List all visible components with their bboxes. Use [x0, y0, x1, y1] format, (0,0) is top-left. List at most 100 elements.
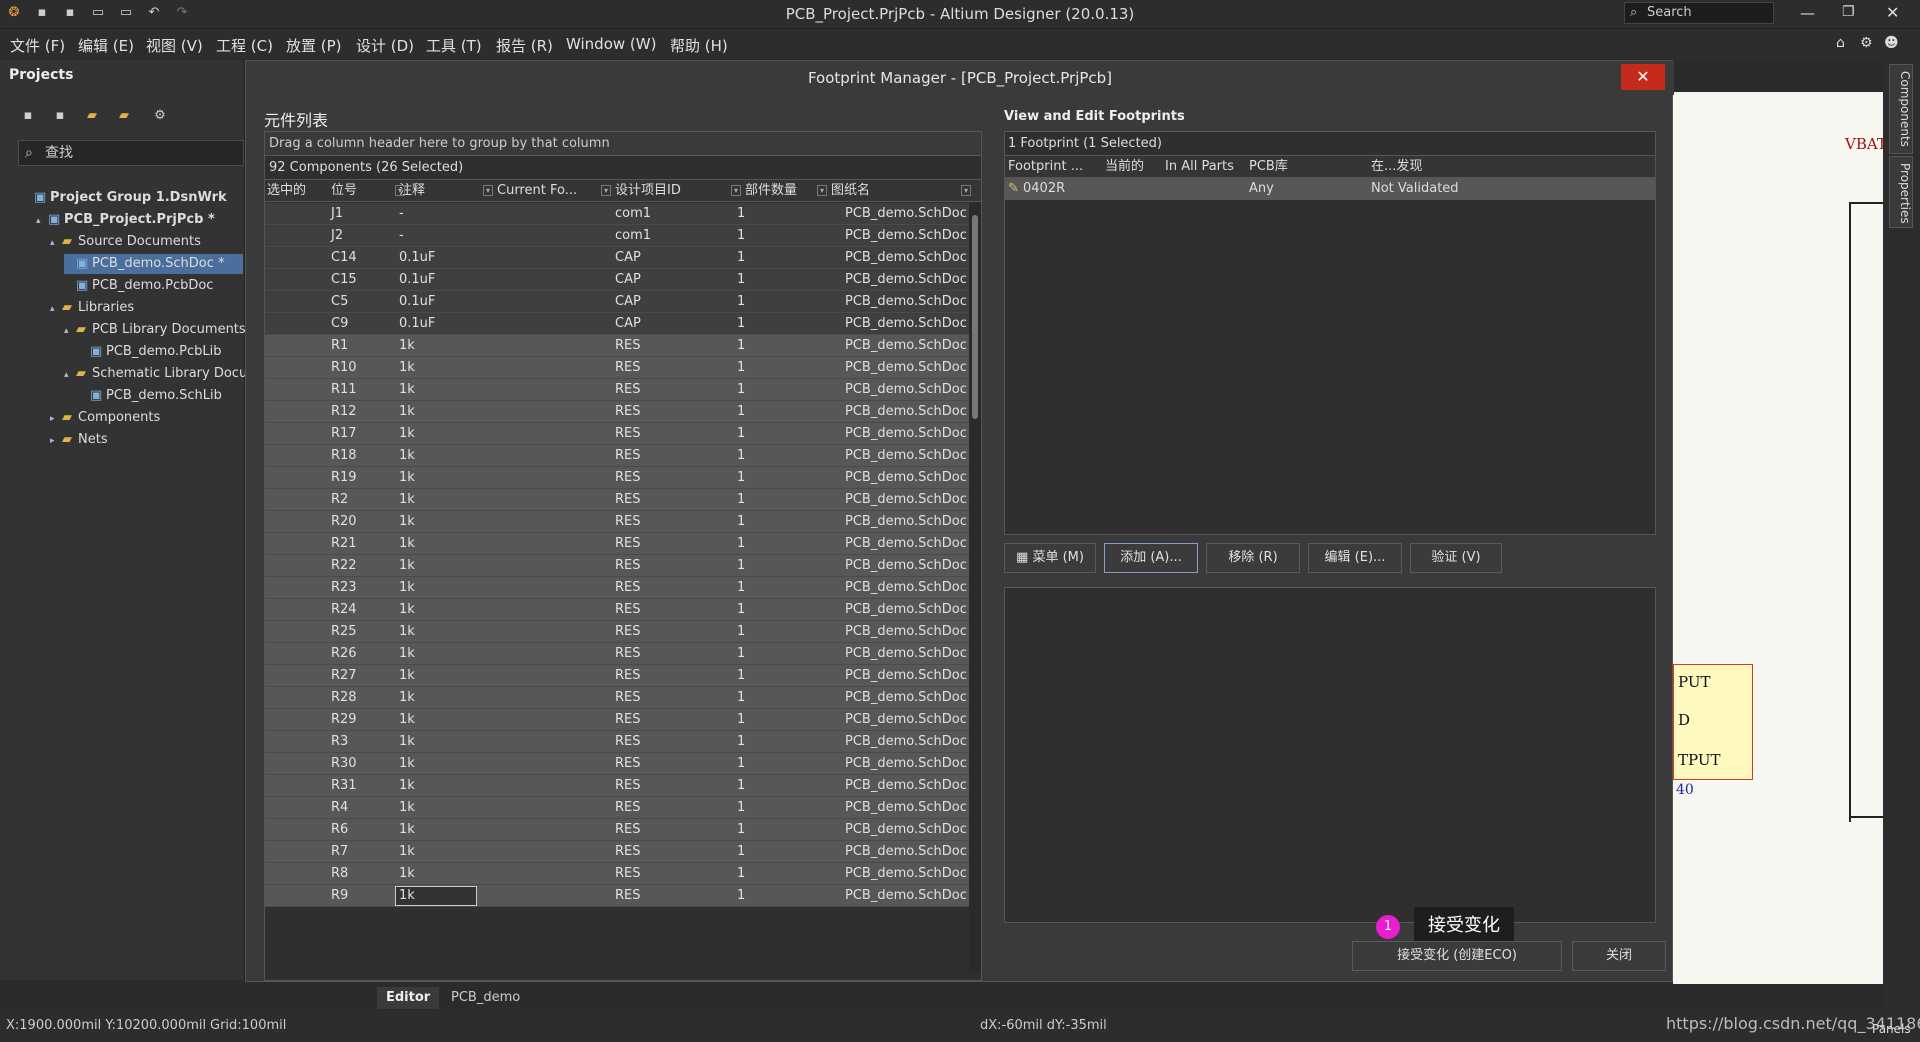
- menu-edit[interactable]: 编辑 (E): [78, 35, 134, 56]
- compile-icon[interactable]: ▪: [52, 108, 68, 124]
- filter-icon[interactable]: ▾: [961, 185, 971, 196]
- remove-button[interactable]: 移除 (R): [1206, 543, 1300, 573]
- table-row[interactable]: R9 1k RES 1 PCB_demo.SchDoc: [265, 885, 969, 907]
- menu-help[interactable]: 帮助 (H): [670, 35, 728, 56]
- filter-icon[interactable]: ▾: [395, 185, 405, 196]
- tree-item[interactable]: ▸ ▰ Nets: [50, 430, 108, 450]
- table-row[interactable]: R8 1k RES 1 PCB_demo.SchDoc: [265, 863, 969, 885]
- scrollbar-thumb[interactable]: [972, 215, 978, 419]
- minimize-icon[interactable]: —: [1800, 4, 1815, 22]
- save-icon[interactable]: ▪: [34, 5, 50, 21]
- folder-icon[interactable]: ▰: [116, 108, 132, 124]
- table-row[interactable]: R1 1k RES 1 PCB_demo.SchDoc: [265, 335, 969, 357]
- gear-icon[interactable]: ⚙: [1860, 35, 1873, 51]
- global-search-input[interactable]: ⌕ Search: [1624, 2, 1774, 24]
- collapse-icon[interactable]: ▴: [36, 211, 48, 231]
- table-row[interactable]: R22 1k RES 1 PCB_demo.SchDoc: [265, 555, 969, 577]
- fp-col-in-all-parts[interactable]: In All Parts: [1165, 156, 1234, 178]
- user-icon[interactable]: ☻: [1884, 35, 1899, 51]
- validate-button[interactable]: 验证 (V): [1410, 543, 1502, 573]
- col-sheet-name[interactable]: 图纸名: [831, 180, 870, 202]
- col-design-item-id[interactable]: 设计项目ID: [615, 180, 681, 202]
- menu-tools[interactable]: 工具 (T): [426, 35, 482, 56]
- table-row[interactable]: R29 1k RES 1 PCB_demo.SchDoc: [265, 709, 969, 731]
- settings-icon[interactable]: ⚙: [152, 108, 168, 124]
- open-project-icon[interactable]: ▭: [118, 5, 134, 21]
- menu-reports[interactable]: 报告 (R): [496, 35, 553, 56]
- collapse-icon[interactable]: ▴: [50, 233, 62, 253]
- menu-place[interactable]: 放置 (P): [286, 35, 342, 56]
- table-row[interactable]: R2 1k RES 1 PCB_demo.SchDoc: [265, 489, 969, 511]
- table-row[interactable]: J1 - com1 1 PCB_demo.SchDoc: [265, 203, 969, 225]
- tree-item[interactable]: ▴ ▣ PCB_Project.PrjPcb *: [36, 210, 215, 230]
- table-row[interactable]: R20 1k RES 1 PCB_demo.SchDoc: [265, 511, 969, 533]
- tree-item[interactable]: ▴ ▰ Libraries: [50, 298, 134, 318]
- expand-icon[interactable]: ▸: [50, 409, 62, 429]
- table-row[interactable]: R21 1k RES 1 PCB_demo.SchDoc: [265, 533, 969, 555]
- filter-icon[interactable]: ▾: [601, 185, 611, 196]
- accept-changes-button[interactable]: 接受变化 (创建ECO): [1352, 941, 1562, 971]
- fp-col-current[interactable]: 当前的: [1105, 156, 1144, 178]
- table-row[interactable]: R3 1k RES 1 PCB_demo.SchDoc: [265, 731, 969, 753]
- tree-item[interactable]: ▣ PCB_demo.SchLib: [78, 386, 222, 406]
- fp-row[interactable]: ✎ 0402R Any Not Validated: [1005, 178, 1655, 200]
- schematic-canvas[interactable]: VBAT PUT D TPUT 40: [1673, 92, 1887, 984]
- redo-icon[interactable]: ↷: [174, 5, 190, 21]
- expand-icon[interactable]: ▸: [50, 431, 62, 451]
- table-row[interactable]: R26 1k RES 1 PCB_demo.SchDoc: [265, 643, 969, 665]
- open-icon[interactable]: ▭: [90, 5, 106, 21]
- table-row[interactable]: R31 1k RES 1 PCB_demo.SchDoc: [265, 775, 969, 797]
- filter-icon[interactable]: ▾: [483, 185, 493, 196]
- tab-properties[interactable]: Properties: [1889, 156, 1913, 228]
- fp-col-pcb-library[interactable]: PCB库: [1249, 156, 1288, 178]
- dialog-close-button[interactable]: ✕: [1621, 64, 1665, 90]
- tree-item[interactable]: ▣ PCB_demo.PcbLib: [78, 342, 221, 362]
- menu-view[interactable]: 视图 (V): [146, 35, 203, 56]
- tree-item[interactable]: ▴ ▰ Schematic Library Docume: [64, 364, 268, 384]
- window-close-icon[interactable]: ✕: [1886, 3, 1899, 22]
- tab-components[interactable]: Components: [1889, 64, 1913, 154]
- table-row[interactable]: R6 1k RES 1 PCB_demo.SchDoc: [265, 819, 969, 841]
- tree-item[interactable]: ▣ Project Group 1.DsnWrk: [22, 188, 227, 208]
- add-button[interactable]: 添加 (A)...: [1104, 543, 1198, 573]
- folder-open-icon[interactable]: ▰: [84, 108, 100, 124]
- fp-col-footprint[interactable]: Footprint ...: [1008, 156, 1083, 178]
- table-row[interactable]: R24 1k RES 1 PCB_demo.SchDoc: [265, 599, 969, 621]
- table-row[interactable]: C15 0.1uF CAP 1 PCB_demo.SchDoc: [265, 269, 969, 291]
- table-row[interactable]: R28 1k RES 1 PCB_demo.SchDoc: [265, 687, 969, 709]
- table-row[interactable]: R19 1k RES 1 PCB_demo.SchDoc: [265, 467, 969, 489]
- menu-window[interactable]: Window (W): [566, 35, 656, 53]
- edit-button[interactable]: 编辑 (E)...: [1308, 543, 1402, 573]
- tree-item[interactable]: ▴ ▰ PCB Library Documents: [64, 320, 246, 340]
- menu-file[interactable]: 文件 (F): [10, 35, 65, 56]
- table-row[interactable]: R7 1k RES 1 PCB_demo.SchDoc: [265, 841, 969, 863]
- col-part-count[interactable]: 部件数量: [745, 180, 797, 202]
- col-current-footprint[interactable]: Current Fo...: [497, 180, 577, 202]
- table-row[interactable]: R25 1k RES 1 PCB_demo.SchDoc: [265, 621, 969, 643]
- table-row[interactable]: R18 1k RES 1 PCB_demo.SchDoc: [265, 445, 969, 467]
- table-row[interactable]: R17 1k RES 1 PCB_demo.SchDoc: [265, 423, 969, 445]
- table-row[interactable]: R27 1k RES 1 PCB_demo.SchDoc: [265, 665, 969, 687]
- panels-button[interactable]: Panels: [1872, 1022, 1911, 1036]
- menu-design[interactable]: 设计 (D): [356, 35, 414, 56]
- home-icon[interactable]: ⌂: [1836, 35, 1845, 51]
- grid-scrollbar[interactable]: [969, 203, 981, 973]
- col-designator[interactable]: 位号: [331, 180, 357, 202]
- collapse-icon[interactable]: ▴: [50, 299, 62, 319]
- table-row[interactable]: R10 1k RES 1 PCB_demo.SchDoc: [265, 357, 969, 379]
- fp-col-found-in[interactable]: 在...发现: [1371, 156, 1422, 178]
- project-search-input[interactable]: ⌕ 查找: [18, 140, 244, 166]
- tree-item[interactable]: ▣ PCB_demo.SchDoc *: [64, 254, 243, 274]
- table-row[interactable]: C14 0.1uF CAP 1 PCB_demo.SchDoc: [265, 247, 969, 269]
- table-row[interactable]: R4 1k RES 1 PCB_demo.SchDoc: [265, 797, 969, 819]
- table-row[interactable]: R11 1k RES 1 PCB_demo.SchDoc: [265, 379, 969, 401]
- table-row[interactable]: R12 1k RES 1 PCB_demo.SchDoc: [265, 401, 969, 423]
- tab-editor[interactable]: Editor: [377, 987, 440, 1009]
- save-project-icon[interactable]: ▪: [20, 108, 36, 124]
- close-button[interactable]: 关闭: [1572, 941, 1666, 971]
- tree-item[interactable]: ▣ PCB_demo.PcbDoc: [64, 276, 213, 296]
- filter-icon[interactable]: ▾: [817, 185, 827, 196]
- tree-item[interactable]: ▸ ▰ Components: [50, 408, 160, 428]
- tab-pcb-demo[interactable]: PCB_demo: [443, 987, 528, 1009]
- port-block[interactable]: PUT D TPUT: [1673, 664, 1753, 780]
